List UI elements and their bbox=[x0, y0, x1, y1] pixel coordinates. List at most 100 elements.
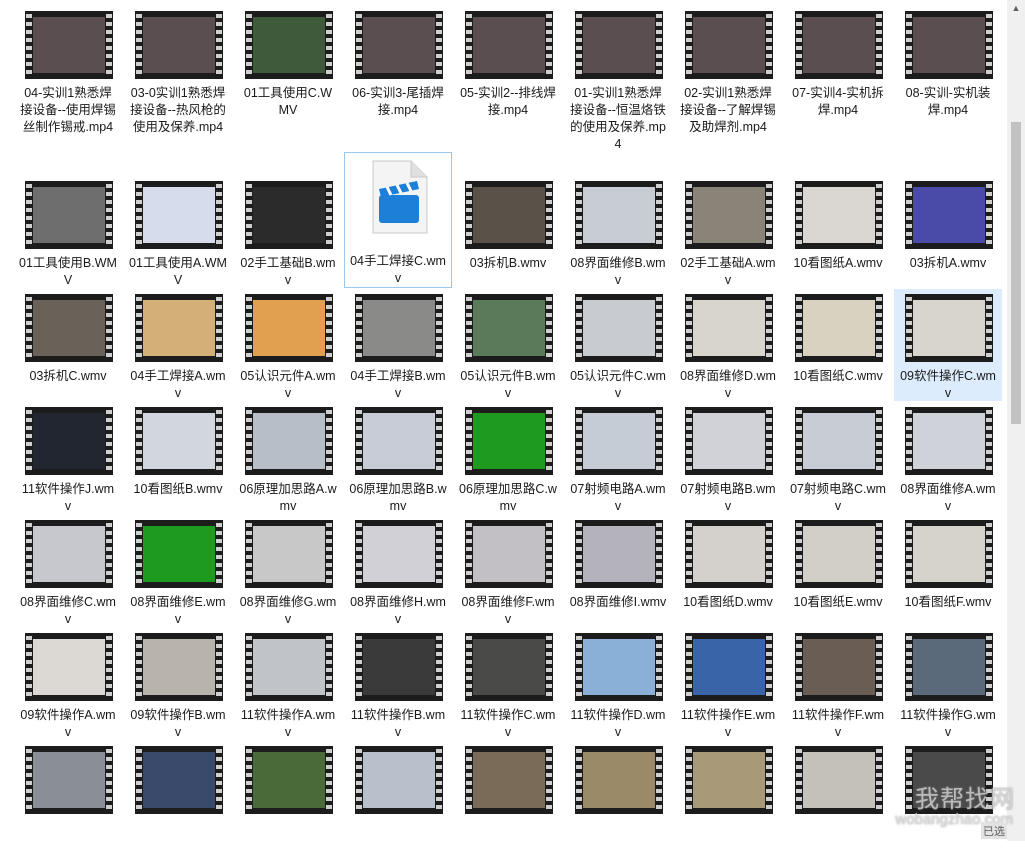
file-item[interactable]: 03拆机B.wmv bbox=[454, 176, 562, 288]
film-strip-icon bbox=[656, 297, 662, 359]
file-item[interactable]: 04手工焊接A.wmv bbox=[124, 289, 232, 401]
file-name-label: 08界面维修I.wmv bbox=[569, 595, 667, 609]
file-item[interactable]: 08界面维修I.wmv bbox=[564, 515, 672, 627]
thumbnail-frame bbox=[33, 17, 105, 73]
thumbnail-frame bbox=[33, 300, 105, 356]
thumbnail-frame bbox=[253, 17, 325, 73]
file-item[interactable]: 06原理加思路A.wmv bbox=[234, 402, 342, 514]
file-item[interactable]: 11软件操作G.wmv bbox=[894, 628, 1002, 740]
file-name-label: 06原理加思路A.wmv bbox=[239, 482, 337, 513]
film-strip-icon bbox=[136, 523, 142, 585]
thumbnail-frame bbox=[583, 413, 655, 469]
file-item[interactable]: 10看图纸F.wmv bbox=[894, 515, 1002, 627]
film-strip-icon bbox=[106, 523, 112, 585]
file-item[interactable]: 09软件操作C.wmv bbox=[894, 289, 1002, 401]
file-item[interactable]: 01工具使用C.WMV bbox=[234, 6, 342, 166]
file-item[interactable] bbox=[234, 741, 342, 853]
thumbnail-frame bbox=[473, 300, 545, 356]
file-item[interactable] bbox=[564, 741, 672, 853]
file-item[interactable]: 04手工焊接C.wmv bbox=[344, 152, 452, 288]
video-thumbnail bbox=[135, 407, 223, 475]
file-item[interactable]: 11软件操作D.wmv bbox=[564, 628, 672, 740]
file-item[interactable]: 10看图纸B.wmv bbox=[124, 402, 232, 514]
file-item[interactable]: 05认识元件C.wmv bbox=[564, 289, 672, 401]
file-item[interactable]: 05认识元件B.wmv bbox=[454, 289, 562, 401]
film-strip-icon bbox=[246, 410, 252, 472]
film-strip-icon bbox=[656, 749, 662, 811]
file-item[interactable]: 04-实训1熟悉焊接设备--使用焊锡丝制作锡戒.mp4 bbox=[14, 6, 122, 166]
file-item[interactable]: 06原理加思路C.wmv bbox=[454, 402, 562, 514]
file-item[interactable]: 01-实训1熟悉焊接设备--恒温烙铁的使用及保养.mp4 bbox=[564, 6, 672, 166]
file-item[interactable] bbox=[14, 741, 122, 853]
file-item[interactable]: 03-0实训1熟悉焊接设备--热风枪的使用及保养.mp4 bbox=[124, 6, 232, 166]
file-item[interactable]: 08-实训-实机装焊.mp4 bbox=[894, 6, 1002, 166]
file-name-label: 07射频电路C.wmv bbox=[790, 482, 886, 513]
file-item[interactable]: 07射频电路A.wmv bbox=[564, 402, 672, 514]
file-item[interactable]: 11软件操作A.wmv bbox=[234, 628, 342, 740]
file-item[interactable] bbox=[454, 741, 562, 853]
file-item[interactable]: 02手工基础A.wmv bbox=[674, 176, 782, 288]
file-item[interactable]: 11软件操作C.wmv bbox=[454, 628, 562, 740]
file-item[interactable]: 11软件操作E.wmv bbox=[674, 628, 782, 740]
file-item[interactable]: 03拆机A.wmv bbox=[894, 176, 1002, 288]
film-strip-icon bbox=[136, 410, 142, 472]
thumbnail-frame bbox=[33, 413, 105, 469]
file-item[interactable]: 09软件操作A.wmv bbox=[14, 628, 122, 740]
file-item[interactable]: 08界面维修B.wmv bbox=[564, 176, 672, 288]
video-thumbnail bbox=[245, 746, 333, 814]
file-item[interactable]: 01工具使用A.WMV bbox=[124, 176, 232, 288]
thumbnail-frame bbox=[253, 413, 325, 469]
file-item[interactable] bbox=[124, 741, 232, 853]
thumbnail-frame bbox=[253, 187, 325, 243]
file-name-label: 08界面维修B.wmv bbox=[570, 256, 666, 287]
file-item[interactable]: 08界面维修A.wmv bbox=[894, 402, 1002, 514]
film-strip-icon bbox=[906, 523, 912, 585]
file-item[interactable]: 03拆机C.wmv bbox=[14, 289, 122, 401]
video-thumbnail bbox=[465, 11, 553, 79]
file-item[interactable]: 08界面维修E.wmv bbox=[124, 515, 232, 627]
file-item[interactable]: 08界面维修H.wmv bbox=[344, 515, 452, 627]
file-item[interactable]: 09软件操作B.wmv bbox=[124, 628, 232, 740]
file-item[interactable]: 01工具使用B.WMV bbox=[14, 176, 122, 288]
video-thumbnail bbox=[685, 520, 773, 588]
file-item[interactable]: 11软件操作J.wmv bbox=[14, 402, 122, 514]
file-item[interactable]: 10看图纸E.wmv bbox=[784, 515, 892, 627]
file-item[interactable]: 11软件操作B.wmv bbox=[344, 628, 452, 740]
file-item[interactable]: 07-实训4-实机拆焊.mp4 bbox=[784, 6, 892, 166]
file-item[interactable]: 02-实训1熟悉焊接设备--了解焊锡及助焊剂.mp4 bbox=[674, 6, 782, 166]
file-item[interactable] bbox=[344, 741, 452, 853]
file-item[interactable]: 02手工基础B.wmv bbox=[234, 176, 342, 288]
file-item[interactable]: 06原理加思路B.wmv bbox=[344, 402, 452, 514]
file-name-label: 02-实训1熟悉焊接设备--了解焊锡及助焊剂.mp4 bbox=[680, 86, 776, 134]
video-thumbnail bbox=[905, 520, 993, 588]
file-item[interactable]: 05-实训2--排线焊接.mp4 bbox=[454, 6, 562, 166]
file-item[interactable]: 06-实训3-尾插焊接.mp4 bbox=[344, 6, 452, 166]
file-item[interactable]: 10看图纸D.wmv bbox=[674, 515, 782, 627]
file-item[interactable]: 10看图纸A.wmv bbox=[784, 176, 892, 288]
file-item[interactable]: 07射频电路C.wmv bbox=[784, 402, 892, 514]
thumbnail-frame bbox=[913, 17, 985, 73]
film-strip-icon bbox=[466, 297, 472, 359]
file-item[interactable]: 05认识元件A.wmv bbox=[234, 289, 342, 401]
file-item[interactable]: 08界面维修C.wmv bbox=[14, 515, 122, 627]
thumbnail-frame bbox=[363, 752, 435, 808]
scrollbar-thumb[interactable] bbox=[1011, 122, 1021, 424]
file-item[interactable]: 07射频电路B.wmv bbox=[674, 402, 782, 514]
film-strip-icon bbox=[576, 184, 582, 246]
file-item[interactable]: 08界面维修F.wmv bbox=[454, 515, 562, 627]
file-item[interactable]: 08界面维修D.wmv bbox=[674, 289, 782, 401]
thumbnail-frame bbox=[473, 413, 545, 469]
scroll-up-arrow-icon[interactable]: ▲ bbox=[1007, 0, 1025, 16]
film-strip-icon bbox=[26, 410, 32, 472]
file-item[interactable]: 11软件操作F.wmv bbox=[784, 628, 892, 740]
file-item[interactable] bbox=[674, 741, 782, 853]
film-strip-icon bbox=[546, 749, 552, 811]
thumbnail-frame bbox=[803, 526, 875, 582]
file-name-label: 01-实训1熟悉焊接设备--恒温烙铁的使用及保养.mp4 bbox=[570, 86, 666, 151]
vertical-scrollbar[interactable]: ▲ bbox=[1007, 0, 1025, 841]
file-item[interactable]: 10看图纸C.wmv bbox=[784, 289, 892, 401]
file-item[interactable]: 08界面维修G.wmv bbox=[234, 515, 342, 627]
file-item[interactable]: 04手工焊接B.wmv bbox=[344, 289, 452, 401]
thumbnail-frame bbox=[363, 300, 435, 356]
video-thumbnail bbox=[795, 633, 883, 701]
